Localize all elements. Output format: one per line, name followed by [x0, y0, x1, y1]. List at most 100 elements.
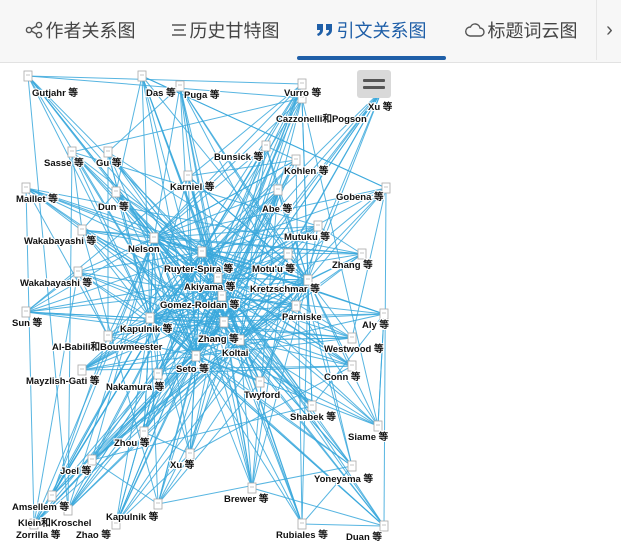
document-icon — [73, 266, 83, 278]
citation-node[interactable] — [21, 306, 31, 318]
document-icon — [183, 170, 193, 182]
citation-node[interactable] — [247, 482, 257, 494]
document-icon — [67, 146, 77, 158]
tab-label: 历史甘特图 — [189, 21, 280, 41]
citation-node[interactable] — [347, 360, 357, 372]
citation-node[interactable] — [261, 140, 271, 152]
citation-node[interactable] — [297, 518, 307, 530]
chevron-right-icon: › — [606, 18, 613, 41]
citation-node[interactable] — [307, 400, 317, 412]
node-label: Kohlen 等 — [284, 165, 329, 177]
tab-wordcloud[interactable]: 标题词云图 — [462, 0, 580, 60]
document-icon — [247, 482, 257, 494]
citation-edge — [251, 487, 385, 527]
citation-node[interactable] — [137, 70, 147, 82]
citation-node[interactable] — [379, 308, 389, 320]
citation-node[interactable] — [373, 420, 383, 432]
citation-node[interactable] — [145, 312, 155, 324]
tab-gantt[interactable]: 历史甘特图 — [160, 0, 290, 60]
document-icon — [145, 312, 155, 324]
citation-node[interactable] — [197, 246, 207, 258]
document-icon — [21, 306, 31, 318]
share-nodes-icon — [25, 21, 43, 39]
citation-edge — [115, 75, 143, 193]
node-label: Cazzonelli和Pogson — [276, 113, 367, 125]
node-label: Motu'u 等 — [252, 263, 295, 275]
document-icon — [149, 232, 159, 244]
citation-node[interactable] — [103, 330, 113, 342]
tab-bar: 作者关系图 历史甘特图 引文关系图 标题词云图 › — [0, 0, 621, 63]
citation-node[interactable] — [111, 186, 121, 198]
citation-node[interactable] — [273, 184, 283, 196]
citation-node[interactable] — [291, 154, 301, 166]
node-label: Mayzlish-Gati 等 — [26, 375, 100, 387]
document-icon — [307, 400, 317, 412]
document-icon — [191, 350, 201, 362]
node-label: Seto 等 — [176, 363, 209, 375]
citation-node[interactable] — [255, 376, 265, 388]
citation-node[interactable] — [175, 80, 185, 92]
citation-node[interactable] — [313, 220, 323, 232]
citation-node[interactable] — [77, 224, 87, 236]
document-icon — [153, 498, 163, 510]
citation-node[interactable] — [87, 454, 97, 466]
citation-node[interactable] — [139, 426, 149, 438]
citation-node[interactable] — [191, 350, 201, 362]
tab-label: 标题词云图 — [487, 21, 578, 41]
citation-node[interactable] — [347, 332, 357, 344]
citation-node[interactable] — [347, 460, 357, 472]
document-icon — [261, 140, 271, 152]
citation-node[interactable] — [103, 146, 113, 158]
node-label: Gomez-Roldan 等 — [160, 299, 240, 311]
node-label: Conn 等 — [324, 371, 361, 383]
citation-node[interactable] — [67, 146, 77, 158]
citation-node[interactable] — [379, 520, 389, 532]
citation-node[interactable] — [283, 248, 293, 260]
node-label: Twyford — [244, 390, 280, 401]
document-icon — [347, 360, 357, 372]
citation-node[interactable] — [291, 300, 301, 312]
citation-node[interactable] — [77, 364, 87, 376]
citation-node[interactable] — [183, 170, 193, 182]
citation-node[interactable] — [149, 232, 159, 244]
document-icon — [185, 448, 195, 460]
node-label: Dun 等 — [98, 201, 129, 213]
tab-citation-graph[interactable]: 引文关系图 — [300, 0, 442, 60]
document-icon — [47, 490, 57, 502]
citation-node[interactable] — [153, 498, 163, 510]
document-icon — [139, 426, 149, 438]
citation-node[interactable] — [23, 70, 33, 82]
node-label: Bunsick 等 — [214, 151, 264, 163]
node-label: Aly 等 — [362, 319, 389, 331]
citation-node[interactable] — [73, 266, 83, 278]
tab-scroll-right[interactable]: › — [596, 0, 621, 60]
node-label: Duan 等 — [346, 531, 382, 543]
document-icon — [379, 520, 389, 532]
tab-author-graph[interactable]: 作者关系图 — [20, 0, 140, 60]
citation-node[interactable] — [185, 448, 195, 460]
node-label: Abe 等 — [262, 203, 293, 215]
node-label: Kretzschmar 等 — [250, 283, 320, 295]
citation-graph[interactable]: Gutjahr 等 Das 等 Puga 等 Vurro 等Xu 等Cazzonell… — [12, 68, 394, 548]
hamburger-menu-icon — [363, 79, 385, 82]
document-icon — [153, 368, 163, 380]
citation-node[interactable] — [21, 182, 31, 194]
document-icon — [357, 248, 367, 260]
citation-node[interactable] — [357, 248, 367, 260]
citation-node[interactable] — [47, 490, 57, 502]
node-label: Parniske — [282, 312, 322, 323]
node-label: Das 等 — [146, 87, 176, 99]
node-label: Zhang 等 — [198, 333, 239, 345]
document-icon — [313, 220, 323, 232]
node-label: Rubiales 等 — [276, 529, 328, 541]
document-icon — [283, 248, 293, 260]
citation-node[interactable] — [219, 316, 229, 328]
citation-node[interactable] — [153, 368, 163, 380]
node-label: Maillet 等 — [16, 193, 58, 205]
node-label: Gu 等 — [96, 157, 122, 169]
document-icon — [255, 376, 265, 388]
node-label: Zhao 等 — [76, 529, 111, 541]
graph-menu-button[interactable] — [357, 70, 391, 98]
node-label: Kapulnik 等 — [120, 323, 173, 335]
node-label: Karniel 等 — [170, 181, 215, 193]
